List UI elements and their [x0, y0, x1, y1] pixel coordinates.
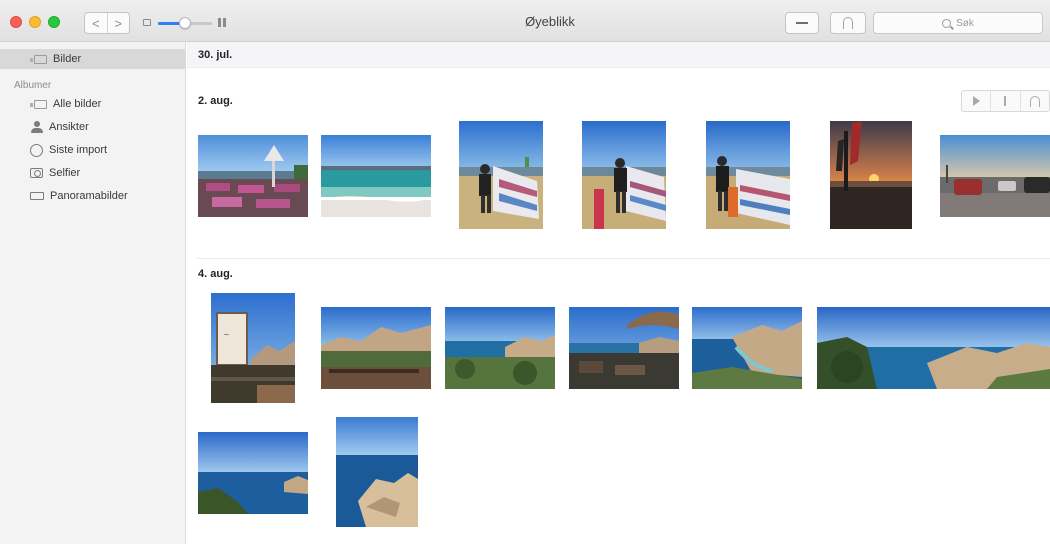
section-date-title: 2. aug.	[198, 95, 233, 107]
sidebar-item-photos[interactable]: Bilder	[0, 49, 185, 69]
minus-button[interactable]	[785, 12, 819, 34]
sidebar-item-last-import[interactable]: Siste import	[0, 140, 107, 160]
windsurfer-photo	[582, 121, 666, 229]
chevron-right-icon: >	[114, 15, 123, 31]
terrace-umbrella-photo	[569, 307, 679, 389]
minimize-button[interactable]	[29, 16, 41, 28]
photos-icon	[30, 99, 47, 109]
section-toolbar	[961, 90, 1050, 112]
minus-icon	[796, 22, 808, 24]
zoom-out-icon	[143, 19, 151, 26]
photo-thumbnail[interactable]	[830, 121, 912, 229]
rocky-coast-photo	[321, 307, 431, 389]
sidebar-item-label: Panoramabilder	[50, 190, 128, 202]
photos-icon	[30, 54, 47, 64]
sidebar-item-label: Bilder	[53, 53, 82, 65]
photo-thumbnail[interactable]	[321, 307, 431, 389]
section-share-button[interactable]	[1019, 91, 1049, 111]
search-field[interactable]: Søk	[873, 12, 1043, 34]
forward-button[interactable]: >	[106, 13, 130, 33]
search-placeholder: Søk	[956, 17, 974, 29]
title-bar: < > Øyeblikk Søk	[0, 0, 1050, 42]
bay-photo	[692, 307, 802, 389]
windsurfer-photo	[459, 121, 543, 229]
import-icon	[30, 143, 43, 157]
zoom-in-icon	[218, 16, 228, 27]
photo-thumbnail[interactable]	[817, 307, 1050, 389]
person-icon	[31, 121, 43, 133]
share-icon	[843, 17, 853, 29]
window-title: Øyeblikk	[525, 14, 575, 29]
close-button[interactable]	[10, 16, 22, 28]
rocks-sea-photo	[336, 417, 418, 527]
photo-thumbnail[interactable]	[198, 135, 308, 217]
sidebar-item-panoramas[interactable]: Panoramabilder	[0, 186, 128, 206]
sidebar-item-faces[interactable]: Ansikter	[0, 117, 89, 137]
signboard-photo: ~	[211, 293, 295, 403]
info-icon	[1004, 96, 1007, 106]
photo-thumbnail[interactable]	[459, 121, 543, 229]
sidebar-item-label: Siste import	[49, 144, 108, 156]
moments-view[interactable]: 30. jul. 2. aug. 4. aug. ~	[187, 42, 1050, 544]
sidebar-item-selfies[interactable]: Selfier	[0, 163, 80, 183]
back-button[interactable]: <	[85, 13, 107, 33]
parking-lot-photo	[940, 135, 1050, 217]
photo-thumbnail[interactable]	[692, 307, 802, 389]
navigation-buttons: < >	[84, 12, 130, 34]
photo-thumbnail[interactable]	[940, 135, 1050, 217]
albums-header: Albumer	[14, 80, 52, 91]
windsurfer-photo	[706, 121, 790, 229]
photos-window: < > Øyeblikk Søk Bilder Albumer Alle bil…	[0, 0, 1050, 544]
photo-thumbnail[interactable]	[198, 432, 308, 514]
zoom-button[interactable]	[48, 16, 60, 28]
slideshow-button[interactable]	[962, 91, 990, 111]
share-icon	[1029, 95, 1040, 107]
zoom-slider-knob[interactable]	[179, 17, 191, 29]
info-button[interactable]	[990, 91, 1019, 111]
sea-coast-photo	[198, 432, 308, 514]
sticky-date-label: 30. jul.	[198, 48, 233, 61]
share-button[interactable]	[830, 12, 866, 34]
sidebar-item-label: Ansikter	[49, 121, 89, 133]
chevron-left-icon: <	[91, 15, 100, 31]
photo-thumbnail[interactable]	[445, 307, 555, 389]
photo-thumbnail[interactable]	[569, 307, 679, 389]
photo-thumbnail[interactable]	[582, 121, 666, 229]
photo-thumbnail[interactable]	[321, 135, 431, 217]
play-icon	[972, 96, 980, 106]
sticky-date-header: 30. jul.	[187, 42, 1050, 68]
panorama-coast-photo	[817, 307, 1050, 389]
zoom-slider[interactable]	[158, 17, 212, 29]
rocky-coast-photo	[445, 307, 555, 389]
photo-thumbnail[interactable]	[706, 121, 790, 229]
selfie-icon	[30, 168, 43, 178]
sidebar-item-label: Selfier	[49, 167, 81, 179]
sidebar-item-all-photos[interactable]: Alle bilder	[0, 94, 101, 114]
pano-icon	[30, 192, 44, 200]
sidebar: Bilder Albumer Alle bilder Ansikter Sist…	[0, 42, 186, 544]
photo-thumbnail[interactable]	[336, 417, 418, 527]
sunset-photo	[830, 121, 912, 229]
section-divider	[197, 258, 1050, 259]
sidebar-item-label: Alle bilder	[53, 98, 102, 110]
search-icon	[942, 18, 952, 28]
photo-thumbnail[interactable]: ~	[211, 293, 295, 403]
svg-text:~: ~	[223, 330, 230, 339]
section-date-title: 4. aug.	[198, 268, 233, 280]
restaurant-terrace-photo	[198, 135, 308, 217]
beach-sea-photo	[321, 135, 431, 217]
